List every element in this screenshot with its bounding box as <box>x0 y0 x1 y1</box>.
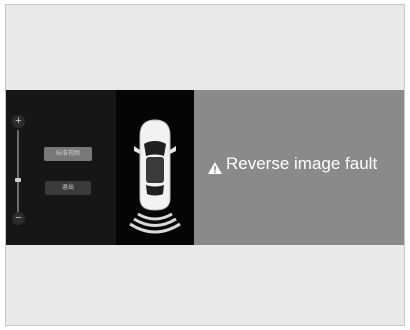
rear-view-screen: + − 标准视图 退出 Reverse image fault <box>6 90 404 245</box>
exit-button[interactable]: 退出 <box>45 181 91 195</box>
camera-fault-panel: Reverse image fault <box>194 90 404 245</box>
warning-triangle-icon <box>208 162 222 174</box>
vehicle-top-view <box>116 90 194 245</box>
zoom-slider-thumb[interactable] <box>15 178 21 182</box>
standard-view-button[interactable]: 标准视图 <box>44 147 92 161</box>
zoom-slider-track[interactable] <box>17 130 19 214</box>
zoom-in-button[interactable]: + <box>12 115 25 128</box>
fault-message: Reverse image fault <box>226 154 378 173</box>
zoom-out-button[interactable]: − <box>12 212 25 225</box>
car-icon <box>129 119 181 234</box>
display-frame: + − 标准视图 退出 Reverse image fault <box>5 4 405 326</box>
control-panel: + − 标准视图 退出 <box>6 90 116 245</box>
